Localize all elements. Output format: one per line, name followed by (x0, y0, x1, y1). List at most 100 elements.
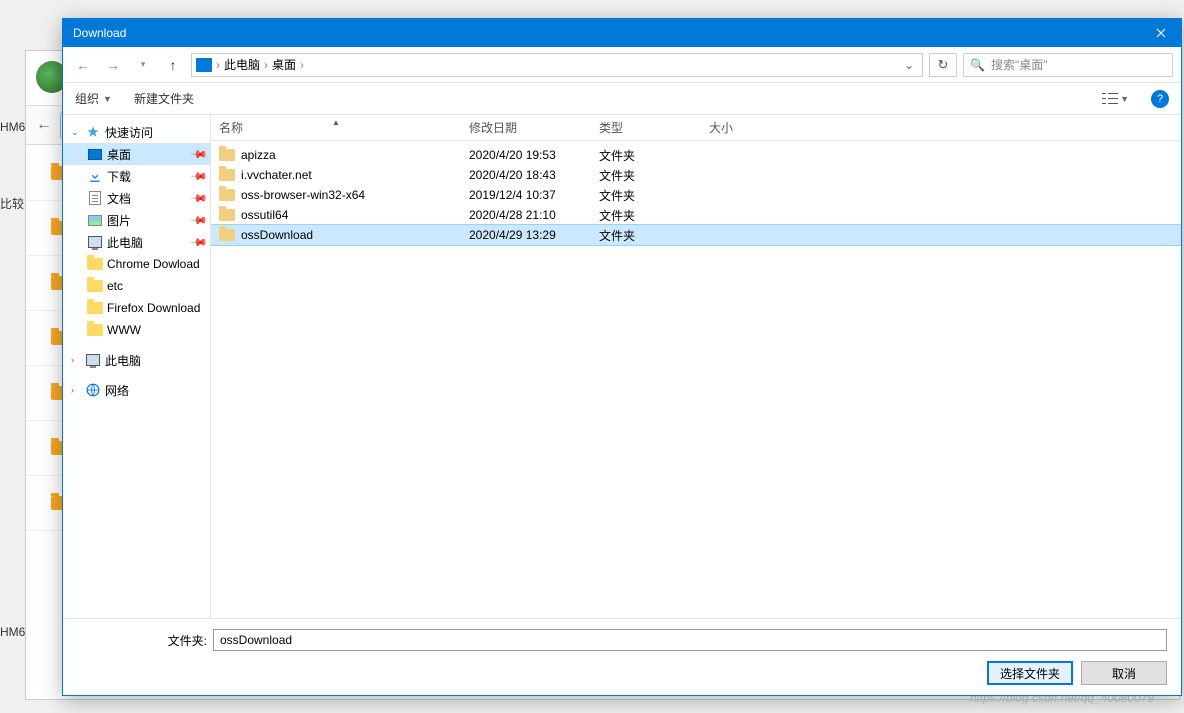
breadcrumb-sep: › (216, 58, 220, 72)
toolbar: 组织 ▼ 新建文件夹 ▼ ? (63, 83, 1181, 115)
tree-this-pc[interactable]: › 此电脑 (63, 349, 210, 371)
file-row[interactable]: oss-browser-win32-x64 2019/12/4 10:37 文件… (211, 185, 1181, 205)
file-type: 文件夹 (591, 227, 701, 244)
file-date: 2019/12/4 10:37 (461, 188, 591, 202)
search-input[interactable]: 🔍 搜索"桌面" (963, 53, 1173, 77)
address-bar[interactable]: › 此电脑 › 桌面 › ⌄ (191, 53, 923, 77)
cancel-button[interactable]: 取消 (1081, 661, 1167, 685)
new-folder-button[interactable]: 新建文件夹 (134, 90, 194, 107)
pin-icon: 📌 (190, 189, 209, 208)
tree-item-downloads[interactable]: 下载 📌 (63, 165, 210, 187)
tree-label: 下载 (107, 168, 131, 185)
tree-item-folder[interactable]: Chrome Dowload (63, 253, 210, 275)
chevron-down-icon: ▼ (103, 94, 112, 104)
tree-quick-access[interactable]: ⌄ 快速访问 (63, 121, 210, 143)
chevron-right-icon[interactable]: › (71, 385, 81, 395)
back-button[interactable]: ← (71, 53, 95, 77)
breadcrumb-item[interactable]: 此电脑 (224, 56, 260, 73)
picture-icon (87, 212, 103, 228)
bg-back-icon: ← (36, 116, 52, 134)
tree-item-thispc-pinned[interactable]: 此电脑 📌 (63, 231, 210, 253)
file-date: 2020/4/20 18:43 (461, 168, 591, 182)
file-name: i.vvchater.net (241, 168, 312, 182)
file-list-body: apizza 2020/4/20 19:53 文件夹 i.vvchater.ne… (211, 141, 1181, 618)
column-headers: 名称 ▲ 修改日期 类型 大小 (211, 115, 1181, 141)
close-button[interactable] (1141, 19, 1181, 47)
network-icon (85, 382, 101, 398)
folder-icon (219, 229, 235, 241)
folder-name-input[interactable] (213, 629, 1167, 651)
tree-item-pictures[interactable]: 图片 📌 (63, 209, 210, 231)
organize-menu[interactable]: 组织 ▼ (75, 90, 112, 107)
file-name: ossutil64 (241, 208, 288, 222)
breadcrumb-sep: › (264, 58, 268, 72)
tree-label: 图片 (107, 212, 131, 229)
navigation-tree: ⌄ 快速访问 桌面 📌 下载 📌 文档 📌 图片 (63, 115, 211, 618)
bg-left-label2: HM6 (0, 625, 25, 639)
close-icon (1156, 28, 1166, 38)
file-name: ossDownload (241, 228, 313, 242)
tree-item-folder[interactable]: etc (63, 275, 210, 297)
tree-label: 文档 (107, 190, 131, 207)
breadcrumb-sep: › (300, 58, 304, 72)
search-icon: 🔍 (970, 58, 985, 72)
bg-left-label: HM6 (0, 120, 25, 134)
pin-icon: 📌 (190, 233, 209, 252)
tree-item-folder[interactable]: Firefox Download (63, 297, 210, 319)
file-type: 文件夹 (591, 207, 701, 224)
desktop-icon (87, 146, 103, 162)
help-button[interactable]: ? (1151, 90, 1169, 108)
file-name: apizza (241, 148, 276, 162)
folder-icon (87, 278, 103, 294)
file-date: 2020/4/28 21:10 (461, 208, 591, 222)
tree-label: 网络 (105, 382, 129, 399)
breadcrumb-item[interactable]: 桌面 (272, 56, 296, 73)
select-folder-button[interactable]: 选择文件夹 (987, 661, 1073, 685)
tree-network[interactable]: › 网络 (63, 379, 210, 401)
file-type: 文件夹 (591, 147, 701, 164)
pc-icon (87, 234, 103, 250)
file-row[interactable]: apizza 2020/4/20 19:53 文件夹 (211, 145, 1181, 165)
column-type[interactable]: 类型 (591, 119, 701, 136)
folder-icon (219, 149, 235, 161)
folder-icon (87, 300, 103, 316)
tree-label: WWW (107, 323, 141, 337)
download-dialog: Download ← → ▾ ↑ › 此电脑 › 桌面 › ⌄ ↻ 🔍 搜索"桌… (62, 18, 1182, 696)
file-row[interactable]: ossutil64 2020/4/28 21:10 文件夹 (211, 205, 1181, 225)
refresh-button[interactable]: ↻ (929, 53, 957, 77)
view-options[interactable]: ▼ (1102, 92, 1129, 106)
file-type: 文件夹 (591, 187, 701, 204)
tree-label: 桌面 (107, 146, 131, 163)
folder-icon (219, 169, 235, 181)
address-dropdown[interactable]: ⌄ (900, 58, 918, 72)
chevron-down-icon[interactable]: ⌄ (71, 127, 81, 138)
folder-icon (87, 256, 103, 272)
column-name[interactable]: 名称 ▲ (211, 119, 461, 136)
folder-icon (87, 322, 103, 338)
recent-dropdown[interactable]: ▾ (131, 53, 155, 77)
bg-side-label: 比较 (0, 195, 24, 212)
chevron-down-icon: ▼ (1120, 94, 1129, 104)
star-icon (85, 124, 101, 140)
dialog-title: Download (73, 26, 126, 40)
column-date[interactable]: 修改日期 (461, 119, 591, 136)
folder-name-row: 文件夹: (77, 629, 1167, 651)
chevron-right-icon[interactable]: › (71, 355, 81, 365)
file-row[interactable]: ossDownload 2020/4/29 13:29 文件夹 (211, 225, 1181, 245)
forward-button[interactable]: → (101, 53, 125, 77)
up-button[interactable]: ↑ (161, 53, 185, 77)
file-date: 2020/4/20 19:53 (461, 148, 591, 162)
tree-item-folder[interactable]: WWW (63, 319, 210, 341)
file-type: 文件夹 (591, 167, 701, 184)
file-date: 2020/4/29 13:29 (461, 228, 591, 242)
tree-label: 此电脑 (105, 352, 141, 369)
tree-item-desktop[interactable]: 桌面 📌 (63, 143, 210, 165)
tree-label: Chrome Dowload (107, 257, 200, 271)
location-icon (196, 58, 212, 72)
file-name: oss-browser-win32-x64 (241, 188, 365, 202)
download-icon (87, 168, 103, 184)
tree-item-documents[interactable]: 文档 📌 (63, 187, 210, 209)
file-row[interactable]: i.vvchater.net 2020/4/20 18:43 文件夹 (211, 165, 1181, 185)
column-size[interactable]: 大小 (701, 119, 791, 136)
button-row: 选择文件夹 取消 (77, 661, 1167, 685)
